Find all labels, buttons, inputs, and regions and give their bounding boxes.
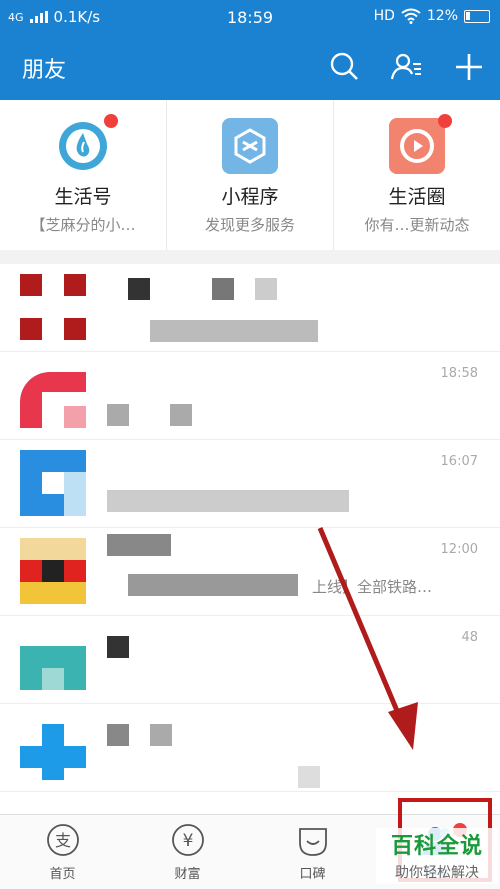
list-item[interactable] — [0, 704, 500, 792]
list-item[interactable]: 48 — [0, 616, 500, 704]
battery-icon — [464, 9, 490, 23]
add-icon[interactable] — [452, 50, 486, 84]
status-bar: 4G 0.1K/s 18:59 HD 12% — [0, 0, 500, 36]
pixelated-snippet — [107, 404, 129, 426]
avatar — [20, 538, 86, 604]
battery-level: 12% — [426, 8, 458, 24]
home-icon: 支 — [46, 824, 79, 856]
avatar — [20, 274, 86, 340]
shenghuoquan-icon — [389, 118, 445, 174]
tab-koubei[interactable]: 口碑 — [250, 815, 375, 889]
tab-home[interactable]: 支 首页 — [0, 815, 125, 889]
contacts-icon[interactable] — [390, 50, 424, 84]
message-time: 48 — [461, 630, 478, 645]
app-shortcuts: 生活号 【芝麻分的小… 小程序 发现更多服务 生活圈 你有…更新动态 — [0, 100, 500, 250]
page-title: 朋友 — [22, 58, 67, 83]
app-desc: 你有…更新动态 — [364, 216, 470, 234]
pixelated-name — [107, 724, 129, 746]
tab-label: 财富 — [174, 867, 201, 882]
pixelated-snippet — [150, 320, 318, 342]
watermark: 百科全说 助你轻松解决 — [376, 828, 498, 884]
message-time: 12:00 — [440, 542, 478, 557]
app-shenghuohao[interactable]: 生活号 【芝麻分的小… — [0, 100, 167, 250]
watermark-title: 百科全说 — [390, 834, 483, 859]
list-item[interactable]: 18:58 — [0, 352, 500, 440]
pixelated-snippet — [107, 490, 349, 512]
app-shenghuoquan[interactable]: 生活圈 你有…更新动态 — [334, 100, 500, 250]
app-desc: 【芝麻分的小… — [30, 216, 136, 234]
message-snippet: 上线】全部铁路… — [312, 578, 433, 596]
pixelated-name — [107, 534, 171, 556]
app-desc: 发现更多服务 — [204, 216, 295, 234]
wifi-icon — [401, 8, 421, 24]
notification-dot — [438, 114, 452, 128]
svg-text:支: 支 — [54, 831, 70, 850]
section-divider — [0, 250, 500, 264]
mini-program-icon — [222, 118, 278, 174]
pixelated-snippet — [298, 766, 320, 788]
pixelated-name — [107, 636, 129, 658]
avatar — [20, 714, 86, 780]
header-actions — [328, 50, 486, 84]
list-item[interactable]: 12:00 上线】全部铁路… — [0, 528, 500, 616]
app-xiaochengxu[interactable]: 小程序 发现更多服务 — [167, 100, 334, 250]
message-time: 16:07 — [440, 454, 478, 469]
list-item[interactable]: 16:07 — [0, 440, 500, 528]
tab-wealth[interactable]: ¥ 财富 — [125, 815, 250, 889]
app-name: 生活圈 — [388, 186, 446, 208]
wealth-icon: ¥ — [171, 824, 204, 856]
status-right: HD 12% — [374, 8, 490, 24]
app-name: 小程序 — [221, 186, 279, 208]
avatar — [20, 362, 86, 428]
shenghuohao-icon — [55, 118, 111, 174]
avatar — [20, 626, 86, 692]
list-item[interactable] — [0, 264, 500, 352]
search-icon[interactable] — [328, 50, 362, 84]
message-time: 18:58 — [440, 366, 478, 381]
conversation-list: 18:58 16:07 12:00 上线】全部铁路… 48 — [0, 264, 500, 814]
pixelated-snippet — [128, 574, 298, 596]
tab-label: 口碑 — [299, 867, 326, 882]
tab-label: 首页 — [49, 867, 76, 882]
title-bar: 朋友 — [0, 36, 500, 100]
koubei-icon — [298, 828, 327, 856]
watermark-subtitle: 助你轻松解决 — [395, 865, 479, 881]
pixelated-name — [128, 278, 150, 300]
app-name: 生活号 — [54, 186, 112, 208]
hd-indicator: HD — [373, 8, 395, 24]
avatar — [20, 450, 86, 516]
notification-dot — [104, 114, 118, 128]
svg-text:¥: ¥ — [182, 831, 193, 851]
